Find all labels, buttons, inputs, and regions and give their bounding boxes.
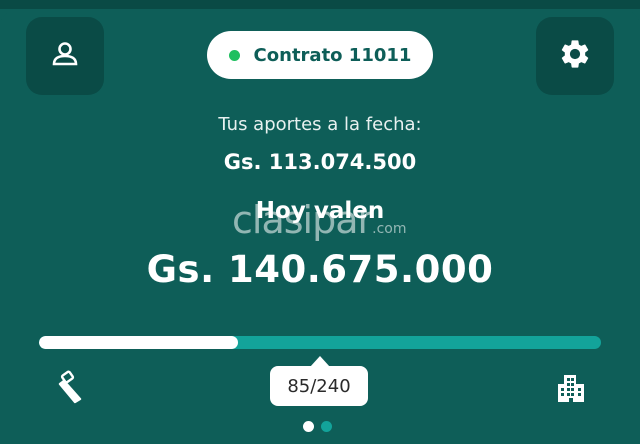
user-icon — [50, 39, 80, 73]
top-strip — [0, 0, 640, 9]
building-icon — [556, 372, 588, 408]
gear-icon — [558, 37, 592, 75]
settings-button[interactable] — [536, 17, 614, 95]
watermark-text: clasipar — [232, 198, 373, 242]
profile-button[interactable] — [26, 17, 104, 95]
aportes-value: Gs. 113.074.500 — [223, 150, 417, 174]
page-dot[interactable] — [321, 421, 332, 432]
watermark-suffix: .com — [372, 221, 407, 237]
hoy-value: Gs. 140.675.000 — [146, 248, 494, 291]
progress-tooltip: 85/240 — [270, 366, 368, 406]
watermark: clasipar.com — [232, 198, 406, 242]
aportes-label: Tus aportes a la fecha: — [218, 114, 422, 135]
progress-count: 85/240 — [287, 375, 351, 397]
progress-bar — [39, 336, 601, 349]
saw-icon — [50, 370, 86, 410]
contract-label: Contrato 11011 — [253, 44, 412, 66]
page-dot[interactable] — [303, 421, 314, 432]
progress-fill — [39, 336, 239, 349]
contract-selector[interactable]: Contrato 11011 — [207, 31, 433, 79]
status-dot — [228, 49, 240, 61]
page-indicator[interactable] — [303, 421, 332, 432]
